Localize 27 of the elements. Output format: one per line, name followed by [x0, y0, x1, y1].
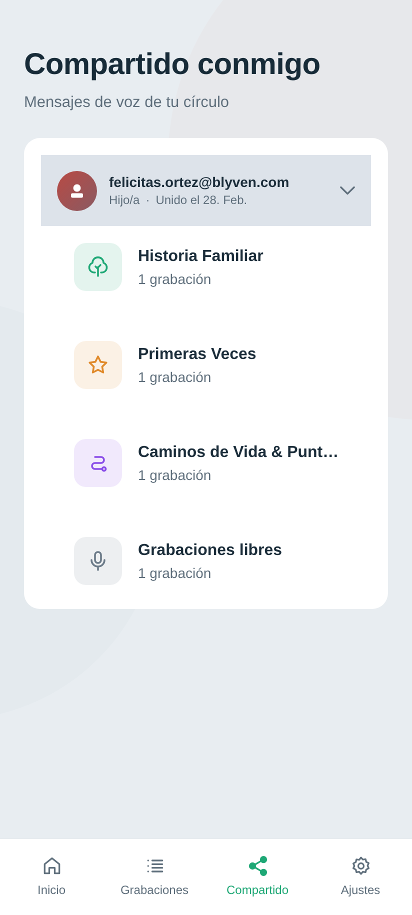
share-icon	[246, 855, 268, 877]
category-name[interactable]: Historia Familiar	[138, 248, 264, 266]
recording-count: 1 grabación	[138, 466, 212, 482]
category-name[interactable]: Primeras Veces	[138, 346, 256, 364]
category-tile[interactable]	[74, 243, 122, 291]
avatar	[57, 170, 97, 210]
member-joined-date: Unido el 28. Feb.	[156, 193, 248, 207]
member-email: felicitas.ortez@blyven.com	[109, 174, 290, 190]
nav-tab[interactable]: Inicio	[0, 839, 103, 915]
category-name[interactable]: Grabaciones libres	[138, 542, 282, 560]
settings-icon	[350, 855, 372, 877]
category-name[interactable]: Caminos de Vida & Punt…	[138, 444, 339, 462]
category-tile[interactable]	[74, 439, 122, 487]
separator-dot: ·	[146, 193, 150, 207]
chevron-icon	[340, 186, 355, 195]
recording-count: 1 grabación	[138, 368, 212, 384]
member-row[interactable]: felicitas.ortez@blyven.com Hijo/a · Unido el 28. Feb.	[41, 155, 371, 226]
category-tile[interactable]	[74, 341, 122, 389]
page-title: Compartido conmigo	[24, 48, 322, 82]
page-subtitle: Mensajes de voz de tu círculo	[24, 94, 230, 112]
nav-tab[interactable]: Grabaciones	[103, 839, 206, 915]
tree-icon	[86, 255, 110, 279]
member-relation: Hijo/a	[109, 193, 140, 207]
nav-tab[interactable]: Ajustes	[309, 839, 412, 915]
category-tile[interactable]	[74, 537, 122, 585]
recording-count: 1 grabación	[138, 564, 212, 580]
recording-count: 1 grabación	[138, 270, 212, 286]
